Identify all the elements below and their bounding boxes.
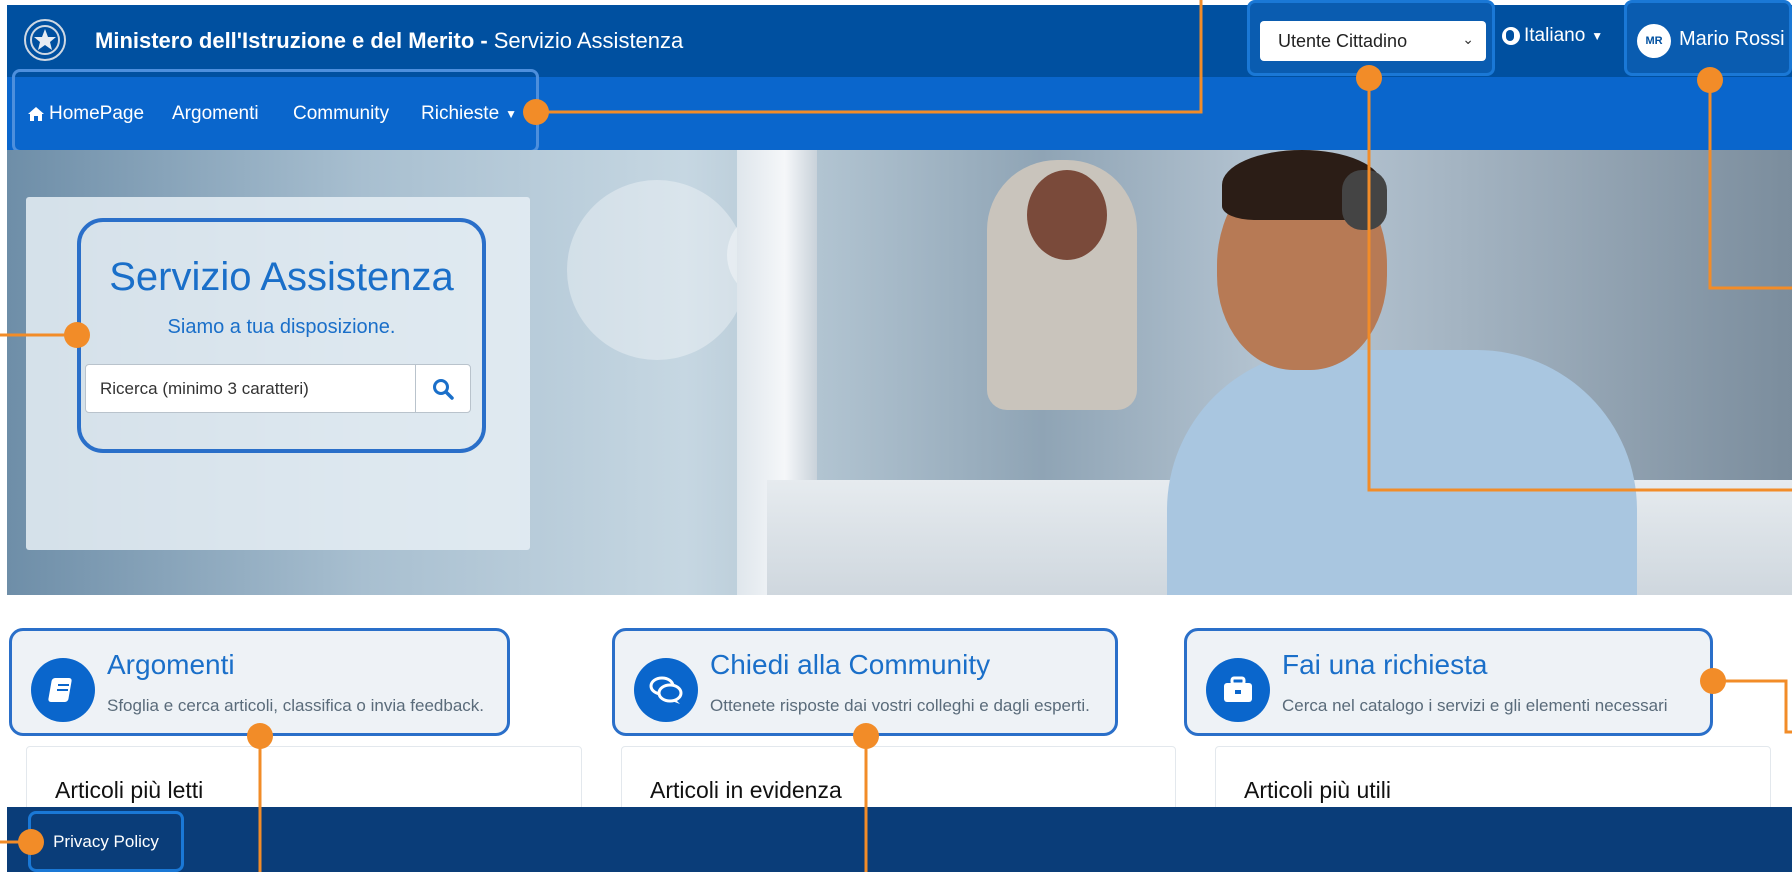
language-label: Italiano xyxy=(1524,25,1586,46)
user-menu[interactable]: MR Mario Rossi xyxy=(1624,0,1792,76)
card-argomenti[interactable]: Argomenti Sfoglia e cerca articoli, clas… xyxy=(9,628,510,736)
hero-title: Servizio Assistenza xyxy=(109,255,454,299)
privacy-policy-link[interactable]: Privacy Policy xyxy=(28,811,184,872)
chat-icon xyxy=(634,658,698,722)
hero-photo-person xyxy=(1027,170,1107,260)
language-menu[interactable]: Italiano ▼ xyxy=(1502,0,1603,72)
card-title: Chiedi alla Community xyxy=(710,649,991,680)
card-description: Ottenete risposte dai vostri colleghi e … xyxy=(710,696,1090,715)
nav-item-homepage[interactable]: HomePage xyxy=(27,77,144,150)
card-description: Cerca nel catalogo i servizi e gli eleme… xyxy=(1282,696,1668,715)
card-title: Fai una richiesta xyxy=(1282,649,1488,680)
chevron-down-icon: ⌄ xyxy=(1462,31,1474,47)
nav-item-label: Community xyxy=(293,102,390,124)
republic-emblem-icon xyxy=(24,19,66,61)
nav-item-label: Richieste xyxy=(421,102,500,124)
headset-icon xyxy=(1342,170,1387,230)
home-icon xyxy=(28,106,44,121)
briefcase-icon xyxy=(1206,658,1270,722)
nav-item-community[interactable]: Community xyxy=(293,77,389,150)
nav-item-argomenti[interactable]: Argomenti xyxy=(172,77,259,150)
card-title: Argomenti xyxy=(107,649,235,680)
org-name: Ministero dell'Istruzione e del Merito - xyxy=(95,28,488,53)
callout-marker xyxy=(523,99,549,125)
footer xyxy=(7,807,1792,872)
main-navbar: HomePage Argomenti Community Richieste ▼ xyxy=(7,69,1792,153)
role-select[interactable]: Utente Cittadino ⌄ xyxy=(1260,21,1486,61)
callout-marker xyxy=(18,829,44,855)
panel-title: Articoli più letti xyxy=(55,777,204,803)
nav-item-label: Argomenti xyxy=(172,102,259,124)
hero-photo-operator xyxy=(1167,350,1637,595)
callout-marker xyxy=(1700,668,1726,694)
hero-subtitle: Siamo a tua disposizione. xyxy=(167,316,396,338)
role-select-value: Utente Cittadino xyxy=(1278,30,1408,51)
globe-icon xyxy=(1502,27,1520,45)
caret-down-icon: ▼ xyxy=(505,106,518,121)
card-description: Sfoglia e cerca articoli, classifica o i… xyxy=(107,696,485,715)
book-icon xyxy=(31,658,95,722)
caret-down-icon: ▼ xyxy=(1591,29,1604,43)
callout-marker xyxy=(1356,65,1382,91)
site-title[interactable]: Ministero dell'Istruzione e del Merito -… xyxy=(95,5,683,77)
avatar: MR xyxy=(1637,24,1671,58)
card-community[interactable]: Chiedi alla Community Ottenete risposte … xyxy=(612,628,1118,736)
card-fai-richiesta[interactable]: Fai una richiesta Cerca nel catalogo i s… xyxy=(1184,628,1713,736)
search-icon xyxy=(433,378,454,400)
hero-bokeh xyxy=(567,180,747,360)
callout-marker xyxy=(1697,67,1723,93)
service-name: Servizio Assistenza xyxy=(493,28,684,53)
search-input[interactable]: Ricerca (minimo 3 caratteri) xyxy=(85,364,416,413)
search-button[interactable] xyxy=(415,364,471,413)
callout-marker xyxy=(64,322,90,348)
nav-item-label: HomePage xyxy=(49,102,145,124)
panel-title: Articoli più utili xyxy=(1244,777,1391,803)
callout-marker xyxy=(853,723,879,749)
nav-item-richieste[interactable]: Richieste ▼ xyxy=(421,77,517,150)
callout-marker xyxy=(247,723,273,749)
user-name: Mario Rossi xyxy=(1679,27,1785,50)
panel-title: Articoli in evidenza xyxy=(650,777,842,803)
